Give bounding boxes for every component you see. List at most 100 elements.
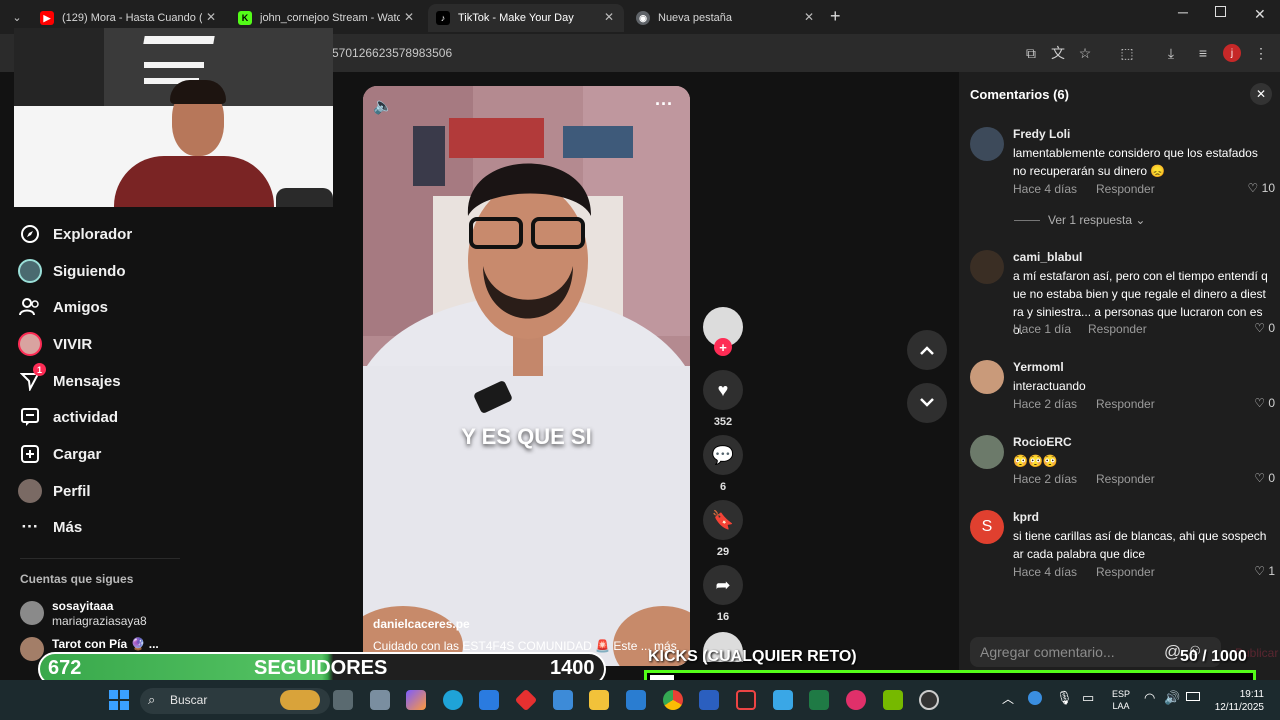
browser-menu-icon[interactable]: ⋮ bbox=[1252, 44, 1270, 62]
folder-icon[interactable] bbox=[589, 690, 609, 710]
windows-start-icon[interactable] bbox=[109, 690, 129, 710]
speaker-icon[interactable]: 🔊 bbox=[1164, 690, 1180, 706]
comment-avatar[interactable] bbox=[970, 250, 1004, 284]
comment-like-button[interactable]: ♡ 0 bbox=[1254, 396, 1275, 410]
url-text[interactable]: 570126623578983506 bbox=[332, 46, 452, 60]
volume-icon[interactable]: 🔈 bbox=[373, 96, 393, 116]
view-replies-button[interactable]: Ver 1 respuesta ⌄ bbox=[1014, 213, 1145, 227]
webcam-wall-shadow bbox=[14, 28, 104, 106]
install-app-icon[interactable]: ⧉ bbox=[1022, 44, 1040, 62]
nav-vivir[interactable]: VIVIR bbox=[18, 332, 92, 356]
close-tab-icon[interactable]: ✕ bbox=[804, 10, 814, 24]
notepad-icon[interactable] bbox=[773, 690, 793, 710]
tray-app-icon[interactable] bbox=[1028, 691, 1042, 705]
previous-video-button[interactable] bbox=[907, 330, 947, 370]
comment-avatar[interactable]: S bbox=[970, 510, 1004, 544]
edge-icon[interactable] bbox=[443, 690, 463, 710]
wifi-icon[interactable]: ◠ bbox=[1144, 690, 1155, 706]
like-button[interactable]: ♥ 352 bbox=[703, 370, 743, 428]
media-control-icon[interactable]: ≡ bbox=[1194, 44, 1212, 62]
obs-icon[interactable] bbox=[919, 690, 939, 710]
system-clock[interactable]: 19:11 12/11/2025 bbox=[1212, 688, 1264, 714]
extensions-icon[interactable]: ⬚ bbox=[1118, 44, 1136, 62]
comment-user[interactable]: cami_blabul bbox=[1013, 250, 1082, 264]
followers-current: 672 bbox=[48, 657, 82, 679]
minimize-icon[interactable]: ─ bbox=[1178, 4, 1188, 20]
close-tab-icon[interactable]: ✕ bbox=[604, 10, 614, 24]
bookmark-star-icon[interactable]: ☆ bbox=[1076, 44, 1094, 62]
excel-icon[interactable] bbox=[809, 690, 829, 710]
reply-button[interactable]: Responder bbox=[1096, 565, 1155, 579]
tab-new[interactable]: ◉ Nueva pestaña ✕ bbox=[628, 4, 824, 32]
close-tab-icon[interactable]: ✕ bbox=[206, 10, 216, 24]
nav-siguiendo[interactable]: Siguiendo bbox=[18, 259, 126, 283]
comment-like-button[interactable]: ♡ 0 bbox=[1254, 321, 1275, 335]
file-app-icon[interactable] bbox=[370, 690, 390, 710]
reply-button[interactable]: Responder bbox=[1088, 322, 1147, 336]
video-username[interactable]: danielcaceres.pe bbox=[373, 617, 470, 631]
nav-perfil[interactable]: Perfil bbox=[18, 479, 91, 503]
nav-explorador[interactable]: Explorador bbox=[18, 222, 132, 246]
chrome-taskbar-icon[interactable] bbox=[663, 690, 683, 710]
next-video-button[interactable] bbox=[907, 383, 947, 423]
profile-avatar[interactable]: j bbox=[1223, 44, 1241, 62]
comment-user[interactable]: RocioERC bbox=[1013, 435, 1072, 449]
app-pink-icon[interactable] bbox=[846, 690, 866, 710]
display-icon[interactable]: ▭ bbox=[1082, 690, 1094, 706]
nav-amigos[interactable]: Amigos bbox=[18, 295, 108, 319]
nav-actividad[interactable]: actividad bbox=[18, 405, 118, 429]
comment-like-button[interactable]: ♡ 0 bbox=[1254, 471, 1275, 485]
comment-like-button[interactable]: ♡ 10 bbox=[1248, 181, 1275, 195]
nav-cargar[interactable]: Cargar bbox=[18, 442, 101, 466]
friends-icon bbox=[18, 295, 42, 319]
reply-button[interactable]: Responder bbox=[1096, 397, 1155, 411]
reply-button[interactable]: Responder bbox=[1096, 472, 1155, 486]
video-player[interactable]: 🔈 ··· Y ES QUE SI danielcaceres.pe Cuida… bbox=[363, 86, 690, 666]
comment-like-button[interactable]: ♡ 1 bbox=[1254, 564, 1275, 578]
following-account[interactable]: sosayitaaa mariagraziasaya8 bbox=[20, 599, 320, 629]
comment-user[interactable]: Yermoml bbox=[1013, 360, 1064, 374]
youtube-icon: ▶ bbox=[40, 11, 54, 25]
send-icon: 1 bbox=[18, 363, 46, 393]
vscode-icon[interactable] bbox=[626, 690, 646, 710]
tab-tiktok[interactable]: ♪ TikTok - Make Your Day ✕ bbox=[428, 4, 624, 32]
copilot-icon[interactable] bbox=[406, 690, 426, 710]
tab-list-dropdown-icon[interactable]: ⌄ bbox=[8, 8, 26, 26]
video-description[interactable]: Cuidado con las EST4F4S COMUNIDAD 🚨 Este… bbox=[373, 639, 677, 653]
nvidia-icon[interactable] bbox=[883, 690, 903, 710]
input-language[interactable]: ESP LAA bbox=[1112, 688, 1130, 712]
close-tab-icon[interactable]: ✕ bbox=[404, 10, 414, 24]
comment-avatar[interactable] bbox=[970, 360, 1004, 394]
word-icon[interactable] bbox=[699, 690, 719, 710]
nav-mensajes[interactable]: 1 Mensajes bbox=[18, 363, 121, 393]
comment-user[interactable]: Fredy Loli bbox=[1013, 127, 1070, 141]
comment-button[interactable]: 💬 6 bbox=[703, 435, 743, 493]
comment-avatar[interactable] bbox=[970, 435, 1004, 469]
tray-expand-icon[interactable]: ︿ bbox=[1002, 690, 1014, 707]
save-button[interactable]: 🔖 29 bbox=[703, 500, 743, 558]
battery-icon[interactable] bbox=[1186, 692, 1200, 701]
capcut-icon[interactable] bbox=[736, 690, 756, 710]
share-button[interactable]: ➦ 16 bbox=[703, 565, 743, 623]
comment-user[interactable]: kprd bbox=[1013, 510, 1039, 524]
kicks-goal-title: KICKS (CUALQUIER RETO) bbox=[648, 648, 857, 665]
microphone-icon[interactable]: 🎙 bbox=[1056, 690, 1073, 706]
task-view-icon[interactable] bbox=[333, 690, 353, 710]
photos-icon[interactable] bbox=[553, 690, 573, 710]
nav-mas[interactable]: ··· Más bbox=[18, 515, 83, 539]
translate-icon[interactable]: 文 bbox=[1049, 44, 1067, 62]
mention-icon[interactable]: @ bbox=[1164, 642, 1181, 662]
store-icon[interactable] bbox=[479, 690, 499, 710]
comment-avatar[interactable] bbox=[970, 127, 1004, 161]
video-more-icon[interactable]: ··· bbox=[655, 94, 673, 115]
reply-button[interactable]: Responder bbox=[1096, 182, 1155, 196]
nav-label: Explorador bbox=[53, 225, 133, 243]
creator-avatar[interactable]: + bbox=[703, 307, 743, 356]
download-icon[interactable]: ⤓ bbox=[1162, 44, 1180, 62]
follow-plus-icon[interactable]: + bbox=[714, 338, 732, 356]
new-tab-icon[interactable]: + bbox=[830, 6, 841, 27]
start-tile bbox=[120, 690, 129, 699]
maximize-icon[interactable] bbox=[1215, 6, 1226, 17]
close-comments-icon[interactable]: ✕ bbox=[1250, 83, 1272, 105]
close-window-icon[interactable]: ✕ bbox=[1254, 6, 1266, 23]
